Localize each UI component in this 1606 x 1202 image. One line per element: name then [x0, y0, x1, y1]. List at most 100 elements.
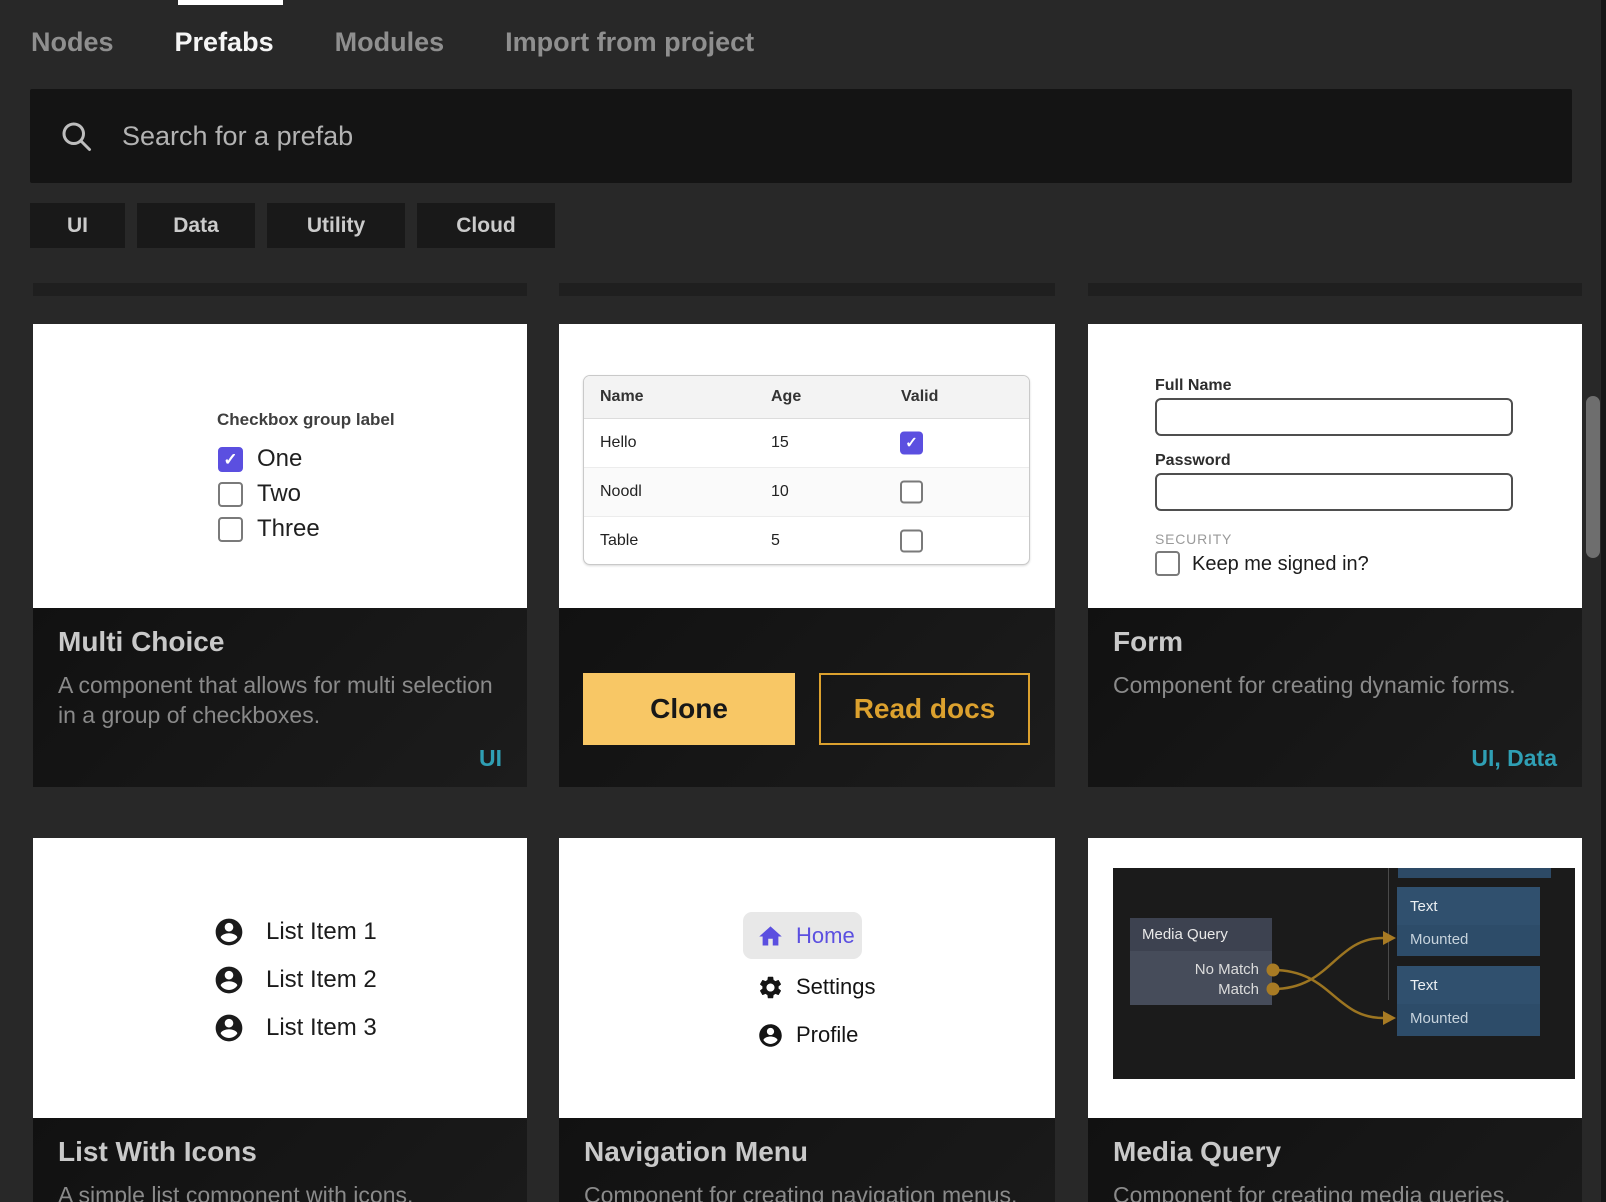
card-title: Multi Choice: [58, 626, 224, 658]
search-bar: [30, 89, 1572, 183]
prefab-card-multi-choice[interactable]: Checkbox group label ✓ One Two Three Mul…: [33, 324, 527, 787]
table-cell-name: Hello: [600, 434, 636, 452]
nav-item-home[interactable]: Home: [757, 921, 855, 951]
card-info: List With Icons A simple list component …: [33, 1118, 527, 1202]
full-name-input[interactable]: [1155, 398, 1513, 436]
read-docs-button[interactable]: Read docs: [819, 673, 1030, 745]
prefab-card-media-query[interactable]: Media Query No Match Match Text Mounted …: [1088, 838, 1582, 1202]
person-icon: [757, 1022, 784, 1049]
card-tags: UI, Data: [1471, 745, 1557, 772]
table-cell-name: Noodl: [600, 483, 642, 501]
prefab-card-list-with-icons[interactable]: List Item 1 List Item 2 List Item 3 List…: [33, 838, 527, 1202]
checkbox-three[interactable]: [218, 517, 243, 542]
card-hover-actions: Clone Read docs: [559, 608, 1055, 787]
field-label-password: Password: [1155, 452, 1231, 470]
filter-chip-data[interactable]: Data: [137, 203, 255, 248]
checkbox-group-label: Checkbox group label: [217, 410, 395, 430]
keep-signed-in-label: Keep me signed in?: [1192, 553, 1369, 576]
table-header: Age: [771, 388, 801, 406]
media-query-preview: Media Query No Match Match Text Mounted …: [1088, 838, 1582, 1118]
search-input[interactable]: [120, 120, 1572, 153]
list-item-label: List Item 3: [266, 1014, 377, 1042]
card-title: List With Icons: [58, 1136, 257, 1168]
filter-chip-utility[interactable]: Utility: [267, 203, 405, 248]
card-info: Navigation Menu Component for creating n…: [559, 1118, 1055, 1202]
list-item-label: List Item 1: [266, 918, 377, 946]
field-label-full-name: Full Name: [1155, 377, 1231, 395]
person-icon: [213, 916, 245, 948]
card-title: Form: [1113, 626, 1183, 658]
home-icon: [757, 923, 784, 950]
card-info: Multi Choice A component that allows for…: [33, 608, 527, 787]
form-preview: Full Name Password SECURITY Keep me sign…: [1088, 324, 1582, 608]
node-wires: [1113, 868, 1575, 1079]
card-description: Component for creating navigation menus.: [584, 1180, 1025, 1202]
table-header: Valid: [901, 388, 938, 406]
checkbox-one[interactable]: ✓: [218, 447, 243, 472]
table-header: Name: [600, 388, 644, 406]
filter-chip-cloud[interactable]: Cloud: [417, 203, 555, 248]
prefab-card-navigation-menu[interactable]: Home Settings Profile Navigation Menu Co…: [559, 838, 1055, 1202]
card-remnant: [1088, 283, 1582, 296]
card-info: Form Component for creating dynamic form…: [1088, 608, 1582, 787]
checkbox-option-label: Three: [257, 515, 320, 543]
card-title: Navigation Menu: [584, 1136, 808, 1168]
node-graph-screenshot: Media Query No Match Match Text Mounted …: [1113, 868, 1575, 1079]
preview-table: Name Age Valid Hello 15 ✓ Noodl 10 Table…: [583, 375, 1030, 565]
card-description: Component for creating media queries.: [1113, 1180, 1552, 1202]
table-preview: Name Age Valid Hello 15 ✓ Noodl 10 Table…: [559, 324, 1055, 608]
filter-chips: UI Data Utility Cloud: [30, 203, 555, 248]
tab-bar: Nodes Prefabs Modules Import from projec…: [31, 0, 754, 85]
table-row: Noodl 10: [584, 468, 1029, 517]
card-title: Media Query: [1113, 1136, 1281, 1168]
keep-signed-in-checkbox[interactable]: [1155, 551, 1180, 576]
checkbox-two[interactable]: [218, 482, 243, 507]
card-description: A simple list component with icons.: [58, 1180, 497, 1202]
list-item-label: List Item 2: [266, 966, 377, 994]
card-remnant: [33, 283, 527, 296]
table-cell-name: Table: [600, 532, 638, 550]
table-checkbox[interactable]: [900, 481, 923, 504]
table-cell-age: 5: [771, 532, 780, 550]
vertical-scrollbar-thumb[interactable]: [1586, 396, 1600, 558]
person-icon: [213, 1012, 245, 1044]
tab-modules[interactable]: Modules: [335, 27, 445, 58]
card-tags: UI: [479, 745, 502, 772]
tab-nodes[interactable]: Nodes: [31, 27, 114, 58]
table-cell-age: 10: [771, 483, 789, 501]
prefab-card-table[interactable]: Name Age Valid Hello 15 ✓ Noodl 10 Table…: [559, 324, 1055, 787]
table-cell-age: 15: [771, 434, 789, 452]
panel-right-edge: [1601, 0, 1606, 1202]
card-remnant: [559, 283, 1055, 296]
card-description: A component that allows for multi select…: [58, 670, 497, 730]
nav-preview: Home Settings Profile: [559, 838, 1055, 1118]
search-icon: [58, 118, 94, 154]
password-input[interactable]: [1155, 473, 1513, 511]
card-description: Component for creating dynamic forms.: [1113, 670, 1552, 700]
tab-prefabs[interactable]: Prefabs: [175, 27, 274, 58]
table-row: Hello 15 ✓: [584, 419, 1029, 468]
nav-item-profile[interactable]: Profile: [757, 1020, 858, 1050]
check-icon: ✓: [905, 436, 918, 451]
checkbox-option-label: One: [257, 445, 302, 473]
prefab-browser: Nodes Prefabs Modules Import from projec…: [0, 0, 1606, 1202]
prefab-card-form[interactable]: Full Name Password SECURITY Keep me sign…: [1088, 324, 1582, 787]
filter-chip-ui[interactable]: UI: [30, 203, 125, 248]
check-icon: ✓: [223, 451, 237, 468]
nav-item-settings[interactable]: Settings: [757, 972, 876, 1002]
gear-icon: [757, 974, 784, 1001]
security-section-label: SECURITY: [1155, 531, 1232, 547]
table-checkbox[interactable]: ✓: [900, 432, 923, 455]
list-preview: List Item 1 List Item 2 List Item 3: [33, 838, 527, 1118]
nav-item-label: Home: [796, 923, 855, 949]
tab-import-from-project[interactable]: Import from project: [505, 27, 754, 58]
multi-choice-preview: Checkbox group label ✓ One Two Three: [33, 324, 527, 608]
card-info: Media Query Component for creating media…: [1088, 1118, 1582, 1202]
table-header-row: Name Age Valid: [584, 376, 1029, 419]
table-checkbox[interactable]: [900, 530, 923, 553]
person-icon: [213, 964, 245, 996]
checkbox-option-label: Two: [257, 480, 301, 508]
nav-item-label: Profile: [796, 1022, 858, 1048]
table-row: Table 5: [584, 517, 1029, 565]
clone-button[interactable]: Clone: [583, 673, 795, 745]
